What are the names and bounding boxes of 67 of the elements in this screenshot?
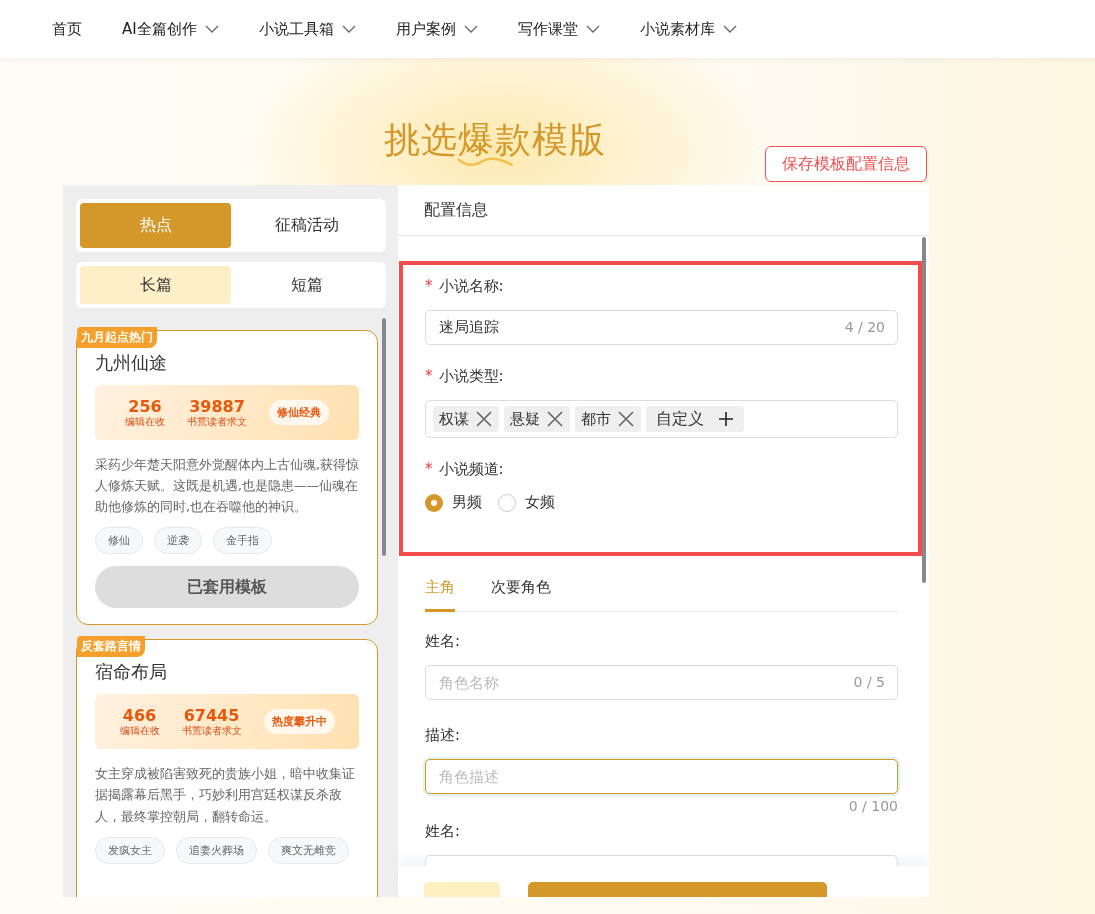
stat-label: 书荒读者求文	[187, 415, 247, 427]
stat-label: 编辑在收	[119, 724, 160, 736]
close-icon[interactable]	[546, 410, 564, 428]
radio-icon[interactable]	[498, 493, 516, 512]
required-mark: *	[425, 460, 433, 479]
nav-link[interactable]: 写作课堂	[517, 19, 600, 39]
char-counter: 0 / 5	[853, 674, 885, 690]
scrollbar[interactable]	[382, 318, 386, 556]
scrollbar[interactable]	[922, 237, 926, 583]
chevron-down-icon	[585, 25, 600, 33]
chevron-down-icon	[341, 25, 356, 33]
add-custom-button[interactable]: 自定义	[646, 406, 744, 432]
panel-header: 配置信息	[398, 185, 929, 236]
chevron-down-icon	[722, 25, 737, 33]
genre-tag: 逆袭	[154, 527, 202, 555]
genre-chip: 权谋	[433, 406, 499, 432]
field-label: 姓名:	[425, 632, 462, 651]
save-template-button[interactable]: 保存模板配置信息	[765, 146, 927, 182]
genre-tag: 发疯女主	[95, 836, 165, 864]
close-icon[interactable]	[617, 410, 635, 428]
stat-label: 书荒读者求文	[181, 724, 242, 736]
genre-chip: 都市	[575, 406, 641, 432]
field-label: 小说频道:	[438, 460, 504, 479]
card-badge: 九月起点热门	[77, 327, 157, 348]
nav-link[interactable]: 小说素材库	[639, 19, 737, 39]
card-title: 九州仙途	[95, 351, 168, 375]
genre-chip: 悬疑	[504, 406, 570, 432]
chevron-down-icon	[204, 25, 219, 33]
genre-tag: 修仙	[95, 527, 143, 555]
field-label: 小说名称:	[438, 277, 504, 296]
highlight-pill: 修仙经典	[269, 399, 329, 425]
role-tab[interactable]: 次要角色	[491, 578, 551, 612]
card-summary: 采药少年楚天阳意外觉醒体内上古仙魂,获得惊人修炼天赋。这既是机遇,也是隐患——仙魂在助他修炼的同时,也在吞噬他的神识。	[95, 455, 360, 517]
required-mark: *	[425, 367, 433, 386]
stat-value: 67445	[183, 707, 240, 725]
page-title: 挑选爆款模版	[384, 120, 606, 160]
stat-value: 256	[128, 398, 162, 416]
tag-input-field[interactable]: 权谋 悬疑 都市 自定义	[425, 400, 898, 438]
chevron-down-icon	[463, 25, 478, 33]
genre-tag: 追妻火葬场	[176, 836, 257, 864]
radio-icon[interactable]	[425, 493, 443, 512]
stat-value: 466	[122, 707, 157, 725]
field-label: 描述:	[425, 726, 462, 745]
highlight-pill: 热度攀升中	[263, 709, 335, 734]
char-counter: 4 / 20	[844, 319, 885, 335]
field-label: 姓名:	[425, 822, 462, 841]
card-summary: 女主穿成被陷害致死的贵族小姐，暗中收集证据揭露幕后黑手，巧妙利用宫廷权谋反杀敌人，最终掌控朝局，翻转命运。	[95, 765, 356, 826]
length-tab[interactable]: 长篇	[80, 266, 231, 304]
required-mark: *	[425, 277, 433, 296]
nav-link[interactable]: 用户案例	[395, 19, 478, 39]
radio-option[interactable]: 女频	[498, 493, 555, 512]
stat-value: 39887	[189, 398, 245, 416]
plus-icon	[718, 411, 734, 427]
field-label: 小说类型:	[438, 367, 504, 386]
apply-template-button[interactable]: 已套用模板	[95, 566, 360, 608]
genre-tag: 金手指	[213, 527, 272, 555]
radio-option[interactable]: 男频	[425, 493, 482, 512]
card-title: 宿命布局	[95, 660, 168, 684]
nav-link[interactable]: 小说工具箱	[258, 19, 356, 39]
close-icon[interactable]	[475, 410, 493, 428]
genre-tag: 爽文无雌竞	[268, 836, 349, 864]
nav-link[interactable]: AI全篇创作	[122, 19, 219, 39]
char-counter: 0 / 100	[848, 798, 898, 814]
card-badge: 反套路言情	[77, 636, 145, 657]
stat-label: 编辑在收	[125, 415, 165, 427]
nav-link[interactable]: 首页	[52, 19, 82, 39]
description-field[interactable]: 角色描述	[425, 759, 898, 794]
